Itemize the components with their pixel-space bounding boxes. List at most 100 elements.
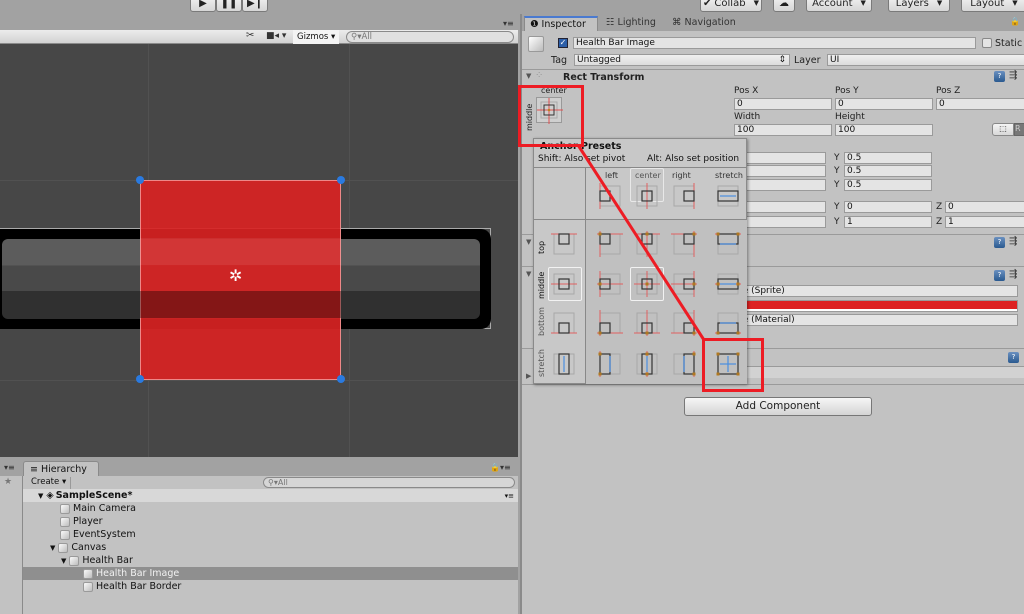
rotation-y-input[interactable]: 0	[844, 201, 932, 213]
step-button[interactable]: ▶❙	[242, 0, 268, 12]
rotation-z-input[interactable]: 0	[945, 201, 1024, 213]
material-field[interactable]: ne (Material)	[734, 314, 1018, 326]
anchor-preset-middle-left[interactable]	[597, 271, 623, 297]
anchor-max-x-input[interactable]: .5	[734, 165, 826, 177]
anchor-preset-none-right[interactable]	[671, 183, 697, 209]
scale-x-input[interactable]	[734, 216, 826, 228]
anchor-preset-top-none[interactable]	[551, 231, 577, 257]
anchor-preset-top-stretch[interactable]	[715, 231, 741, 257]
pos-y-input[interactable]: 0	[835, 98, 933, 110]
hierarchy-item[interactable]: Player	[23, 515, 518, 528]
add-component-button[interactable]: Add Component	[684, 397, 872, 416]
component-settings-icon[interactable]: ⇶	[1009, 269, 1017, 280]
lock-icon[interactable]: 🔒▾≡	[490, 463, 511, 472]
help-icon[interactable]: ?	[994, 270, 1005, 281]
foldout-arrow-icon[interactable]: ▶	[526, 372, 531, 380]
rect-handle-tl[interactable]	[136, 176, 144, 184]
tab-lighting[interactable]: ☷ Lighting	[606, 17, 656, 28]
pivot-y-input[interactable]: 0.5	[844, 179, 932, 191]
tools-icon[interactable]: ✂	[246, 30, 254, 41]
hierarchy-item[interactable]: Main Camera	[23, 502, 518, 515]
anchor-preset-top-center[interactable]	[634, 231, 660, 257]
anchor-preset-middle-right[interactable]	[671, 271, 697, 297]
expand-arrow-icon[interactable]: ▼	[38, 492, 43, 500]
tag-dropdown[interactable]: Untagged ⇕	[574, 54, 790, 66]
help-icon[interactable]: ?	[994, 237, 1005, 248]
width-input[interactable]: 100	[734, 124, 832, 136]
raw-edit-button[interactable]: R	[1014, 123, 1024, 136]
rotation-x-input[interactable]	[734, 201, 826, 213]
anchor-preset-stretch-left[interactable]	[597, 351, 623, 377]
collab-button[interactable]: ✔ Collab ▼	[700, 0, 762, 12]
pivot-x-input[interactable]: .5	[734, 179, 826, 191]
anchor-max-y-input[interactable]: 0.5	[844, 165, 932, 177]
tab-hierarchy[interactable]: ≡ Hierarchy	[23, 461, 99, 476]
pos-z-input[interactable]: 0	[936, 98, 1024, 110]
rect-handle-bl[interactable]	[136, 375, 144, 383]
blueprint-mode-button[interactable]: ⬚	[992, 123, 1014, 136]
hierarchy-search-input[interactable]: ⚲▾All	[263, 477, 515, 488]
anchor-preset-stretch-right[interactable]	[671, 351, 697, 377]
inspector-lock-icon[interactable]: 🔒	[1010, 17, 1020, 26]
expand-arrow-icon[interactable]: ▼	[61, 557, 66, 565]
object-name-input[interactable]: Health Bar Image	[573, 37, 976, 49]
height-input[interactable]: 100	[835, 124, 933, 136]
component-settings-icon[interactable]: ⇶	[1009, 70, 1017, 81]
layout-dropdown[interactable]: Layout ▼	[961, 0, 1024, 12]
panel-menu-icon[interactable]: ▾≡	[4, 463, 15, 472]
account-button[interactable]: Account ▼	[806, 0, 872, 12]
anchor-preset-stretch-center[interactable]	[634, 351, 660, 377]
help-icon[interactable]: ?	[1008, 352, 1019, 363]
hierarchy-item[interactable]: Health Bar Border	[23, 580, 518, 593]
anchor-presets-button[interactable]	[536, 97, 563, 124]
hierarchy-item[interactable]: EventSystem	[23, 528, 518, 541]
layer-dropdown[interactable]: UI	[827, 54, 1024, 66]
tab-navigation[interactable]: ⌘ Navigation	[672, 17, 736, 28]
hierarchy-item-selected[interactable]: Health Bar Image	[23, 567, 518, 580]
rect-handle-tr[interactable]	[337, 176, 345, 184]
anchor-preset-bottom-left[interactable]	[597, 310, 623, 336]
hierarchy-item[interactable]: ▼ Canvas	[23, 541, 518, 554]
anchor-preset-middle-none[interactable]	[551, 271, 577, 297]
pos-x-input[interactable]: 0	[734, 98, 832, 110]
anchor-min-y-input[interactable]: 0.5	[844, 152, 932, 164]
foldout-arrow-icon[interactable]: ▼	[526, 72, 531, 80]
tab-inspector[interactable]: ❶ Inspector	[524, 16, 598, 31]
anchor-preset-bottom-none[interactable]	[551, 310, 577, 336]
rect-handle-br[interactable]	[337, 375, 345, 383]
anchor-preset-middle-stretch[interactable]	[715, 271, 741, 297]
camera-dropdown[interactable]: ■◂ ▾	[266, 31, 286, 41]
source-image-field[interactable]: ne (Sprite)	[734, 285, 1018, 297]
anchor-preset-bottom-center[interactable]	[634, 310, 660, 336]
foldout-arrow-icon[interactable]: ▼	[526, 238, 531, 246]
pause-button[interactable]: ❚❚	[216, 0, 242, 12]
anchor-preset-bottom-right[interactable]	[671, 310, 697, 336]
scene-menu-icon[interactable]: ▾≡	[505, 492, 514, 500]
create-dropdown[interactable]: Create ▾	[27, 477, 71, 489]
scale-y-input[interactable]: 1	[844, 216, 932, 228]
anchor-preset-none-center[interactable]	[634, 183, 660, 209]
foldout-arrow-icon[interactable]: ▼	[526, 270, 531, 278]
expand-arrow-icon[interactable]: ▼	[50, 544, 55, 552]
active-checkbox[interactable]: ✓	[558, 38, 568, 48]
scale-z-input[interactable]: 1	[945, 216, 1024, 228]
static-checkbox[interactable]	[982, 38, 992, 48]
scene-search-input[interactable]: ⚲▾All	[346, 31, 514, 43]
layers-dropdown[interactable]: Layers ▼	[888, 0, 950, 12]
scene-view[interactable]: ✲	[0, 44, 518, 457]
component-settings-icon[interactable]: ⇶	[1009, 236, 1017, 247]
anchor-preset-middle-center[interactable]	[634, 271, 660, 297]
anchor-min-x-input[interactable]: .5	[734, 152, 826, 164]
color-field[interactable]	[734, 300, 1018, 312]
gameobject-large-icon[interactable]	[528, 36, 544, 52]
anchor-preset-stretch-none[interactable]	[551, 351, 577, 377]
play-button[interactable]: ▶	[190, 0, 216, 12]
anchor-preset-none-left[interactable]	[597, 183, 623, 209]
anchor-icon[interactable]: ✲	[229, 266, 242, 285]
hierarchy-item[interactable]: ▼ Health Bar	[23, 554, 518, 567]
star-icon[interactable]: ★	[4, 477, 12, 487]
cloud-button[interactable]: ☁	[773, 0, 795, 12]
help-icon[interactable]: ?	[994, 71, 1005, 82]
anchor-preset-none-stretch[interactable]	[715, 183, 741, 209]
anchor-preset-top-left[interactable]	[597, 231, 623, 257]
